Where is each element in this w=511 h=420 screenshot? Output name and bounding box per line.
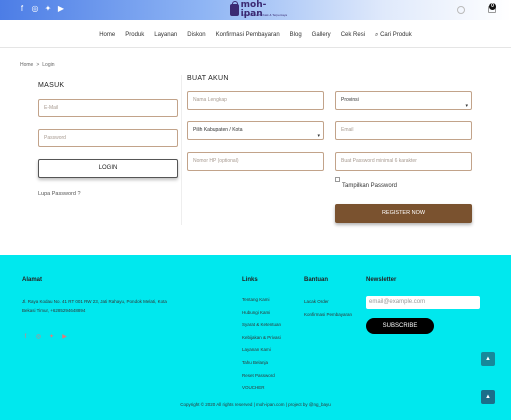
forgot-password-link[interactable]: Lupa Password ? xyxy=(38,191,81,197)
register-name-input[interactable]: Nama Lengkap xyxy=(187,91,324,110)
login-email-input[interactable] xyxy=(38,99,178,117)
footer-bantuan-link[interactable]: Konfirmasi Pembayaran xyxy=(304,310,354,319)
facebook-icon[interactable]: f xyxy=(18,4,26,14)
footer-links: Tentang Kami Hubungi Kami Syarat & Keten… xyxy=(242,297,281,398)
register-password-input[interactable]: Buat Password minimal 6 karakter xyxy=(335,152,472,171)
footer-link[interactable]: Reset Password xyxy=(242,373,281,386)
newsletter-email-input[interactable]: email@example.com xyxy=(366,296,480,309)
province-select[interactable]: Provinsi ▾ xyxy=(335,91,472,110)
footer-links-title: Links xyxy=(242,277,258,283)
footer-link[interactable]: VOUCHER xyxy=(242,385,281,398)
caret-down-icon: ▾ xyxy=(317,133,320,139)
register-email-input[interactable]: Email xyxy=(335,121,472,140)
footer-address: Jl. Raya Kodau No. 41 RT 001 RW 23, Jati… xyxy=(22,299,167,313)
youtube-icon[interactable]: ▶ xyxy=(61,334,68,341)
search-icon: ⌕ xyxy=(375,31,379,38)
nav-home[interactable]: Home xyxy=(94,32,120,38)
nav-cari-produk[interactable]: ⌕ Cari Produk xyxy=(370,32,417,39)
footer-link[interactable]: Syarat & Ketentuan xyxy=(242,322,281,335)
youtube-icon[interactable]: ▶ xyxy=(57,4,65,14)
footer-bantuan-title: Bantuan xyxy=(304,277,328,283)
twitter-icon[interactable]: ✦ xyxy=(44,4,52,14)
nav-produk[interactable]: Produk xyxy=(120,32,149,38)
instagram-icon[interactable]: ◎ xyxy=(35,334,42,341)
nav-cek-resi[interactable]: Cek Resi xyxy=(336,32,370,38)
footer-bantuan-link[interactable]: Lacak Order xyxy=(304,297,354,306)
main-nav: Home Produk Layanan Diskon Konfirmasi Pe… xyxy=(0,28,511,42)
show-password-checkbox[interactable] xyxy=(335,177,340,182)
breadcrumb: Home > Login xyxy=(20,62,55,68)
show-password-label: Tampilkan Password xyxy=(342,183,398,189)
chevron-up-icon[interactable]: ▲ xyxy=(481,352,495,366)
cart-count-badge: 0 xyxy=(489,3,496,10)
city-select-value: Pilih Kabupaten / Kota xyxy=(193,127,243,133)
breadcrumb-current: Login xyxy=(42,62,55,68)
login-section: MASUK LOGIN Lupa Password ? xyxy=(38,82,178,197)
footer-address-title: Alamat xyxy=(22,277,43,283)
site-logo[interactable]: moh-ipan Mitra Usaha Terbaik & Terpercay… xyxy=(230,1,287,19)
nav-blog[interactable]: Blog xyxy=(285,32,307,38)
footer-social-links: f ◎ ✦ ▶ xyxy=(22,334,68,341)
nav-layanan[interactable]: Layanan xyxy=(149,32,182,38)
nav-diskon[interactable]: Diskon xyxy=(182,32,210,38)
footer-link[interactable]: Hubungi Kami xyxy=(242,310,281,323)
breadcrumb-home[interactable]: Home xyxy=(20,62,33,68)
login-password-input[interactable] xyxy=(38,129,178,147)
footer-link[interactable]: Tentang Kami xyxy=(242,297,281,310)
register-button[interactable]: REGISTER NOW xyxy=(335,204,472,223)
footer-link[interactable]: Layanan Kami xyxy=(242,347,281,360)
footer-bantuan-links: Lacak Order Konfirmasi Pembayaran xyxy=(304,297,354,319)
register-phone-input[interactable]: Nomor HP (optional) xyxy=(187,152,324,171)
top-bar: f ◎ ✦ ▶ moh-ipan Mitra Usaha Terbaik & T… xyxy=(0,0,511,20)
province-select-value: Provinsi xyxy=(341,97,359,103)
logo-tagline: Mitra Usaha Terbaik & Terpercaya xyxy=(242,13,288,17)
nav-divider xyxy=(0,47,511,48)
footer-link[interactable]: Tahu Belanja xyxy=(242,360,281,373)
login-button[interactable]: LOGIN xyxy=(38,159,178,178)
column-divider xyxy=(181,75,182,225)
register-section: BUAT AKUN Nama Lengkap Provinsi ▾ Pilih … xyxy=(187,75,472,223)
header-social-links: f ◎ ✦ ▶ xyxy=(18,4,65,14)
nav-konfirmasi-pembayaran[interactable]: Konfirmasi Pembayaran xyxy=(211,32,285,38)
instagram-icon[interactable]: ◎ xyxy=(31,4,39,14)
register-title: BUAT AKUN xyxy=(187,75,229,82)
footer-link[interactable]: Kebijakan & Privasi xyxy=(242,335,281,348)
cart-icon[interactable]: 0 xyxy=(487,3,497,13)
copyright-text: Copyright © 2020 All rights reserved | m… xyxy=(180,402,331,407)
shopping-bag-icon xyxy=(230,1,239,16)
user-icon[interactable] xyxy=(457,6,465,14)
city-select[interactable]: Pilih Kabupaten / Kota ▾ xyxy=(187,121,324,140)
footer: Alamat Jl. Raya Kodau No. 41 RT 001 RW 2… xyxy=(0,255,511,420)
twitter-icon[interactable]: ✦ xyxy=(48,334,55,341)
nav-cari-produk-label: Cari Produk xyxy=(380,31,412,38)
nav-gallery[interactable]: Gallery xyxy=(307,32,336,38)
caret-down-icon: ▾ xyxy=(465,103,468,109)
subscribe-button[interactable]: SUBSCRIBE xyxy=(366,318,434,334)
footer-newsletter-title: Newsletter xyxy=(366,277,397,283)
breadcrumb-separator: > xyxy=(36,62,40,68)
facebook-icon[interactable]: f xyxy=(22,334,29,341)
login-title: MASUK xyxy=(38,82,65,89)
